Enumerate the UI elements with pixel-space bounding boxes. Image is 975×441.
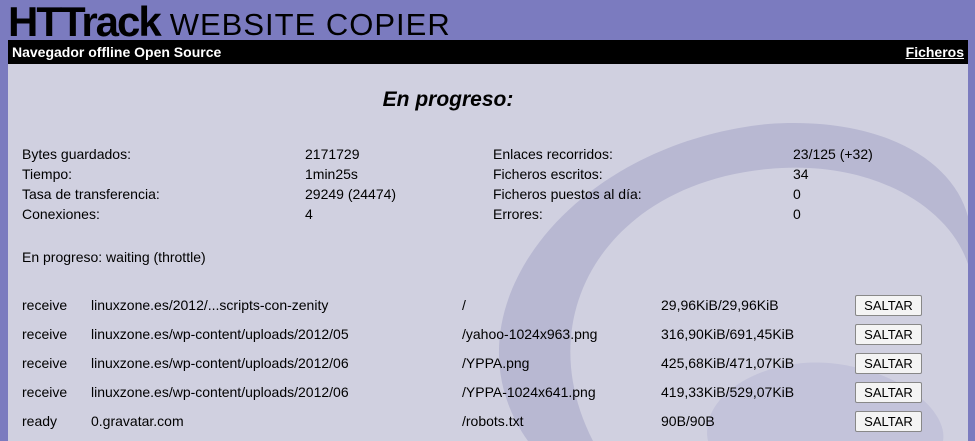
stat-row: Conexiones: 4 Errores: 0 (22, 204, 962, 224)
transfer-file: / (462, 297, 466, 313)
transfer-row: receive linuxzone.es/wp-content/uploads/… (22, 379, 962, 408)
transfer-size: 90B/90B (661, 413, 715, 429)
skip-button[interactable]: SALTAR (855, 411, 922, 432)
transfer-file: /YPPA.png (462, 355, 530, 371)
stat-label: Conexiones: (22, 206, 100, 222)
stat-value: 0 (793, 186, 801, 202)
skip-button[interactable]: SALTAR (855, 324, 922, 345)
skip-button[interactable]: SALTAR (855, 353, 922, 374)
transfer-row: receive linuxzone.es/wp-content/uploads/… (22, 350, 962, 379)
stat-label: Ficheros puestos al día: (493, 186, 642, 202)
stat-label: Bytes guardados: (22, 146, 131, 162)
stats-table: Bytes guardados: 2171729 Enlaces recorri… (22, 144, 962, 224)
transfer-host: linuxzone.es/2012/...scripts-con-zenity (91, 297, 329, 313)
transfer-row: receive linuxzone.es/2012/...scripts-con… (22, 292, 962, 321)
stat-label: Ficheros escritos: (493, 166, 603, 182)
app-subtitle: Navegador offline Open Source (12, 44, 222, 60)
logo-sub-text: WEBSITE COPIER (169, 7, 451, 42)
stat-value: 0 (793, 206, 801, 222)
stat-value: 2171729 (305, 146, 360, 162)
transfer-file: /yahoo-1024x963.png (462, 326, 598, 342)
transfer-size: 316,90KiB/691,45KiB (661, 326, 795, 342)
transfer-size: 419,33KiB/529,07KiB (661, 384, 795, 400)
transfer-row: receive linuxzone.es/wp-content/uploads/… (22, 321, 962, 350)
stat-value: 34 (793, 166, 809, 182)
stat-row: Tiempo: 1min25s Ficheros escritos: 34 (22, 164, 962, 184)
transfer-host: 0.gravatar.com (91, 413, 184, 429)
transfer-host: linuxzone.es/wp-content/uploads/2012/05 (91, 326, 349, 342)
transfer-state: receive (22, 297, 68, 313)
transfer-state: ready (22, 413, 58, 429)
transfer-host: linuxzone.es/wp-content/uploads/2012/06 (91, 384, 349, 400)
transfer-file: /YPPA-1024x641.png (462, 384, 596, 400)
transfer-size: 425,68KiB/471,07KiB (661, 355, 795, 371)
transfer-size: 29,96KiB/29,96KiB (661, 297, 779, 313)
transfer-state: receive (22, 384, 68, 400)
progress-panel: En progreso: Bytes guardados: 2171729 En… (8, 64, 968, 441)
status-text: En progreso: waiting (throttle) (22, 249, 206, 265)
transfer-state: receive (22, 326, 68, 342)
stat-value: 4 (305, 206, 313, 222)
stat-label: Tiempo: (22, 166, 73, 182)
stat-row: Tasa de transferencia: 29249 (24474) Fic… (22, 184, 962, 204)
files-link[interactable]: Ficheros (906, 44, 964, 60)
stat-value: 29249 (24474) (305, 186, 397, 202)
stat-value: 1min25s (305, 166, 358, 182)
transfer-row: ready 0.gravatar.com /robots.txt 90B/90B… (22, 408, 962, 437)
transfer-file: /robots.txt (462, 413, 524, 429)
page-title: En progreso: (382, 88, 514, 111)
transfers-table: receive linuxzone.es/2012/...scripts-con… (22, 292, 962, 437)
stat-label: Tasa de transferencia: (22, 186, 160, 202)
transfer-state: receive (22, 355, 68, 371)
stat-label: Enlaces recorridos: (493, 146, 613, 162)
transfer-host: linuxzone.es/wp-content/uploads/2012/06 (91, 355, 349, 371)
skip-button[interactable]: SALTAR (855, 382, 922, 403)
top-bar: Navegador offline Open Source Ficheros (8, 40, 968, 64)
stat-label: Errores: (493, 206, 543, 222)
skip-button[interactable]: SALTAR (855, 295, 922, 316)
httrack-logo: HTTrack WEBSITE COPIER (8, 0, 451, 45)
stat-row: Bytes guardados: 2171729 Enlaces recorri… (22, 144, 962, 164)
logo-main-text: HTTrack (8, 0, 162, 45)
stat-value: 23/125 (+32) (793, 146, 873, 162)
